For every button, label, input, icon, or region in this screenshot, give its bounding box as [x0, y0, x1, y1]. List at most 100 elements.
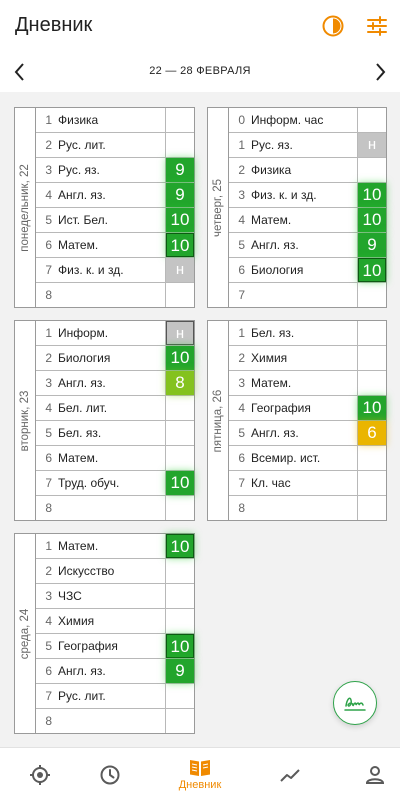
- nav-diary-label: Дневник: [178, 779, 222, 791]
- lesson-subject: Биология: [58, 351, 111, 365]
- lesson-row[interactable]: 5 Бел. яз.: [36, 421, 194, 446]
- grade-cell: 8: [165, 371, 194, 395]
- lesson-row[interactable]: 6 Англ. яз. 9: [36, 659, 194, 684]
- lesson-row[interactable]: 4 География 10: [229, 396, 386, 421]
- grade-badge[interactable]: 10: [358, 183, 386, 207]
- lesson-row[interactable]: 3 Физ. к. и зд. 10: [229, 183, 386, 208]
- lesson-number: 5: [45, 426, 52, 440]
- lesson-row[interactable]: 8: [229, 496, 386, 520]
- grade-badge[interactable]: 9: [166, 659, 194, 683]
- lesson-row[interactable]: 7 Физ. к. и зд. н: [36, 258, 194, 283]
- day-card: среда, 24 1 Матем. 10 2 Искусство 3 ЧЗС 4 Химия 5 Г…: [14, 533, 195, 734]
- lesson-row[interactable]: 8: [36, 709, 194, 733]
- next-week-button[interactable]: [369, 61, 391, 83]
- grade-badge[interactable]: 9: [166, 183, 194, 207]
- lesson-row[interactable]: 4 Англ. яз. 9: [36, 183, 194, 208]
- lesson-row[interactable]: 4 Бел. лит.: [36, 396, 194, 421]
- grade-badge[interactable]: 10: [166, 634, 194, 658]
- lesson-row[interactable]: 5 География 10: [36, 634, 194, 659]
- lesson-row[interactable]: 8: [36, 496, 194, 520]
- grade-badge[interactable]: 9: [166, 158, 194, 182]
- absence-mark[interactable]: н: [358, 133, 386, 157]
- lesson-row[interactable]: 5 Ист. Бел. 10: [36, 208, 194, 233]
- lesson-row[interactable]: 2 Искусство: [36, 559, 194, 584]
- grade-badge[interactable]: 8: [166, 371, 194, 395]
- lesson-row[interactable]: 1 Бел. яз.: [229, 321, 386, 346]
- grade-badge[interactable]: 10: [166, 534, 194, 558]
- lesson-number: 1: [45, 539, 52, 553]
- lesson-number: 5: [238, 426, 245, 440]
- lesson-number: 5: [238, 238, 245, 252]
- lesson-subject: Физика: [58, 113, 99, 127]
- grade-cell: [357, 108, 386, 132]
- nav-schedule[interactable]: [70, 748, 150, 801]
- lesson-number: 7: [45, 476, 52, 490]
- lesson-number: 6: [45, 238, 52, 252]
- nav-statistics[interactable]: [250, 748, 330, 801]
- lesson-row[interactable]: 2 Рус. лит.: [36, 133, 194, 158]
- lesson-row[interactable]: 7 Кл. час: [229, 471, 386, 496]
- grade-badge[interactable]: 6: [358, 421, 386, 445]
- filter-settings-icon[interactable]: [365, 14, 389, 38]
- lesson-subject: Информ. час: [251, 113, 324, 127]
- lesson-subject: ЧЗС: [58, 589, 82, 603]
- nav-diary[interactable]: Дневник: [160, 748, 240, 801]
- lesson-row[interactable]: 6 Биология 10: [229, 258, 386, 283]
- absence-mark[interactable]: н: [166, 258, 194, 282]
- lesson-number: 3: [45, 589, 52, 603]
- lesson-row[interactable]: 6 Всемир. ист.: [229, 446, 386, 471]
- day-label-text: четверг, 25: [212, 178, 224, 237]
- lesson-row[interactable]: 0 Информ. час: [229, 108, 386, 133]
- clock-icon: [100, 765, 120, 785]
- grade-cell: н: [357, 133, 386, 157]
- grade-badge[interactable]: 10: [166, 233, 194, 257]
- lesson-row[interactable]: 5 Англ. яз. 9: [229, 233, 386, 258]
- grade-cell: [165, 584, 194, 608]
- grade-badge[interactable]: 10: [358, 258, 386, 282]
- lesson-row[interactable]: 1 Физика: [36, 108, 194, 133]
- lesson-row[interactable]: 3 ЧЗС: [36, 584, 194, 609]
- lesson-row[interactable]: 1 Информ. н: [36, 321, 194, 346]
- lesson-subject: Англ. яз.: [58, 376, 106, 390]
- absence-mark[interactable]: н: [166, 321, 194, 345]
- grade-badge[interactable]: 10: [166, 471, 194, 495]
- lesson-row[interactable]: 5 Англ. яз. 6: [229, 421, 386, 446]
- grade-badge[interactable]: 10: [358, 208, 386, 232]
- lesson-row[interactable]: 1 Матем. 10: [36, 534, 194, 559]
- lesson-number: 8: [45, 288, 52, 302]
- lesson-subject: Англ. яз.: [58, 664, 106, 678]
- nav-profile[interactable]: [335, 748, 400, 801]
- grade-badge[interactable]: 10: [166, 208, 194, 232]
- quarter-stats-icon[interactable]: [321, 14, 345, 38]
- day-label-text: пятница, 26: [212, 389, 224, 452]
- lesson-row[interactable]: 3 Англ. яз. 8: [36, 371, 194, 396]
- lesson-row[interactable]: 8: [36, 283, 194, 307]
- lesson-row[interactable]: 4 Матем. 10: [229, 208, 386, 233]
- grade-badge[interactable]: 10: [358, 396, 386, 420]
- grade-cell: [165, 559, 194, 583]
- lesson-row[interactable]: 1 Рус. яз. н: [229, 133, 386, 158]
- day-card: вторник, 23 1 Информ. н 2 Биология 10 3 Англ. яз…: [14, 320, 195, 521]
- lesson-row[interactable]: 7 Труд. обуч. 10: [36, 471, 194, 496]
- lesson-number: 1: [45, 326, 52, 340]
- lesson-row[interactable]: 6 Матем.: [36, 446, 194, 471]
- grade-cell: 9: [165, 183, 194, 207]
- sign-diary-button[interactable]: [333, 681, 377, 725]
- lesson-row[interactable]: 7: [229, 283, 386, 307]
- lesson-row[interactable]: 2 Химия: [229, 346, 386, 371]
- day-label: пятница, 26: [208, 321, 229, 520]
- lesson-row[interactable]: 7 Рус. лит.: [36, 684, 194, 709]
- lesson-row[interactable]: 4 Химия: [36, 609, 194, 634]
- lesson-row[interactable]: 6 Матем. 10: [36, 233, 194, 258]
- lesson-row[interactable]: 3 Рус. яз. 9: [36, 158, 194, 183]
- lesson-row[interactable]: 3 Матем.: [229, 371, 386, 396]
- grade-cell: н: [165, 321, 194, 345]
- grade-badge[interactable]: 10: [166, 346, 194, 370]
- grade-badge[interactable]: 9: [358, 233, 386, 257]
- lesson-subject: Матем.: [251, 376, 292, 390]
- lesson-subject: Информ.: [58, 326, 109, 340]
- lesson-row[interactable]: 2 Физика: [229, 158, 386, 183]
- lesson-row[interactable]: 2 Биология 10: [36, 346, 194, 371]
- lesson-number: 2: [238, 351, 245, 365]
- nav-goals[interactable]: [0, 748, 80, 801]
